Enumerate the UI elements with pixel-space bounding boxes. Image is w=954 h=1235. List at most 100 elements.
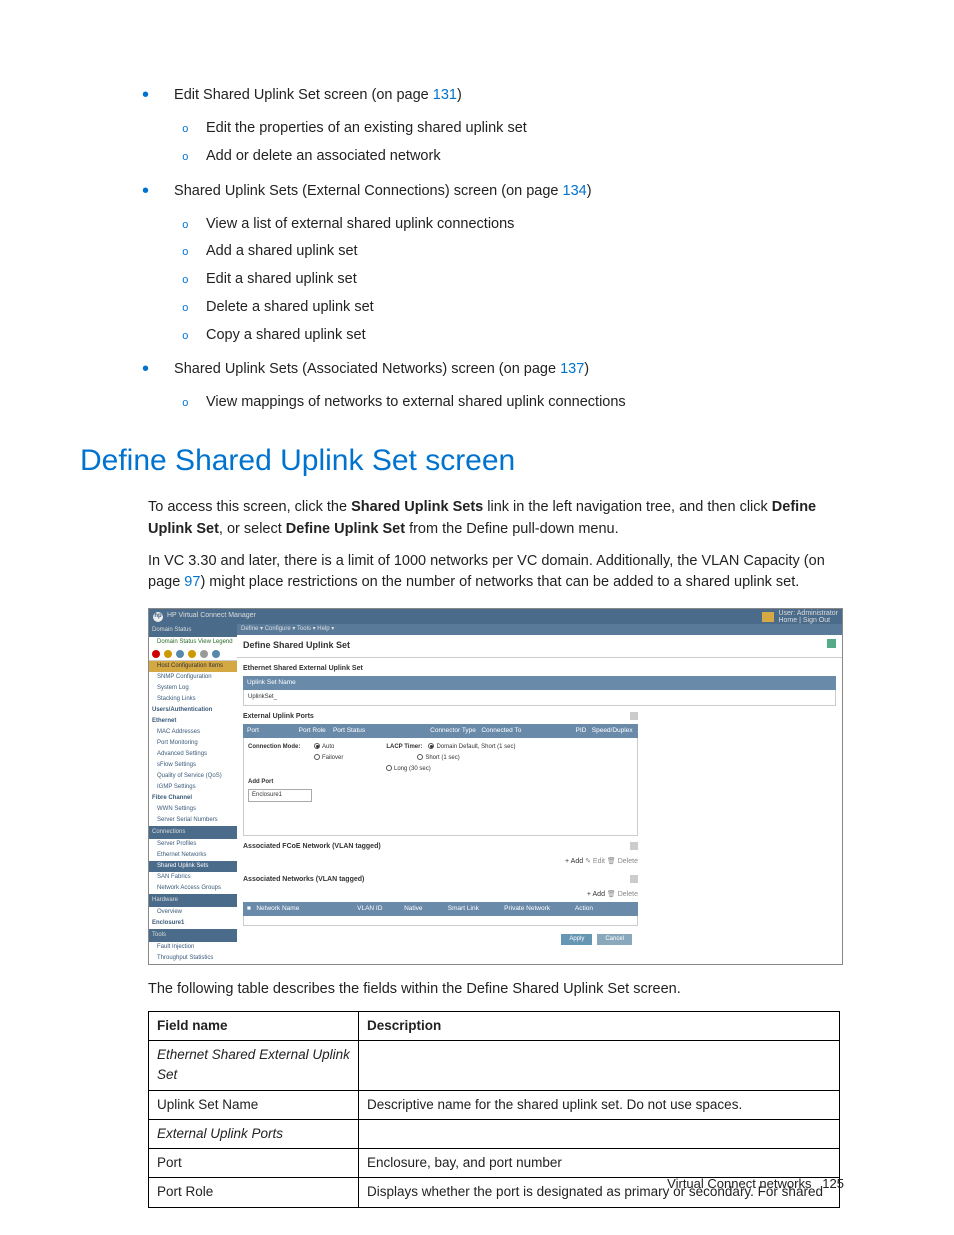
sb-nav-item: Users/Authentication [149,705,237,716]
row-field: Port Role [149,1178,359,1207]
footer-page: 125 [822,1176,844,1191]
gray-icon [200,650,208,658]
page-link-137[interactable]: 137 [560,361,584,377]
red-icon [152,650,160,658]
uplink-name-value: UplinkSet_ [248,694,277,700]
sb-tools: Tools [149,929,237,942]
sb-nav-item: sFlow Settings [149,760,237,771]
sub-list: Edit the properties of an existing share… [170,118,844,168]
apply-button: Apply [561,934,592,945]
sb-domain-sub: Domain Status View Legend [149,637,237,648]
panel-networks: Associated Networks (VLAN tagged) + Add … [243,873,638,926]
yellow-icon [164,650,172,658]
help-icon [630,842,638,850]
bullet-text: Shared Uplink Sets (Associated Networks)… [174,361,560,377]
page-link-134[interactable]: 134 [563,183,587,199]
sb-nav-item: Network Access Groups [149,883,237,894]
panel-title: External Uplink Ports [243,712,314,723]
sb-nav-item: Fault Injection [149,942,237,953]
sb-nav-item: Ethernet [149,716,237,727]
row-field: Port [149,1149,359,1178]
bullet-item: Edit Shared Uplink Set screen (on page 1… [170,80,844,168]
networks-columns: ■ Network Name VLAN ID Native Smart Link… [243,902,638,916]
cancel-button: Cancel [597,934,632,945]
ss-title: HP Virtual Connect Manager [167,611,256,622]
heading-define-shared-uplink: Define Shared Uplink Set screen [80,438,844,483]
sb-nav-item: SAN Fabrics [149,872,237,883]
sb-connections: Connections [149,826,237,839]
add-link: + Add [587,891,605,898]
sb-nav-item: Quality of Service (QoS) [149,771,237,782]
intro-paragraph-1: To access this screen, click the Shared … [148,497,844,541]
sub-item: Edit a shared uplink set [206,269,844,291]
embedded-vc-manager-screenshot: hp HP Virtual Connect Manager User: Admi… [148,608,843,965]
sb-hardware: Hardware [149,894,237,907]
sb-nav-item: WWN Settings [149,804,237,815]
radio-short [417,754,423,760]
sub-item: Edit the properties of an existing share… [206,118,844,140]
bullet-text: Edit Shared Uplink Set screen (on page [174,87,433,103]
panel-external-ports: External Uplink Ports Port Port Role Por… [243,710,638,836]
sb-nav-item: Enclosure1 [149,918,237,929]
footer-section: Virtual Connect networks [667,1176,811,1191]
sb-nav-item: Port Monitoring [149,738,237,749]
add-port-label: Add Port [248,778,633,787]
hp-logo-icon: hp [153,612,163,622]
radio-failover [314,754,320,760]
page-link-131[interactable]: 131 [433,87,457,103]
enclosure-dropdown: Enclosure1 [248,789,312,802]
help-icon [630,875,638,883]
ports-columns: Port Port Role Port Status Connector Typ… [243,724,638,738]
sb-nav-item: Fibre Channel [149,793,237,804]
panel-fcoe: Associated FCoE Network (VLAN tagged) + … [243,840,638,869]
sb-nav-item: Ethernet Networks [149,850,237,861]
delete-link: 🗑 Delete [607,858,638,865]
panel-ethernet-shared: Ethernet Shared External Uplink Set Upli… [243,662,836,706]
sub-item: View mappings of networks to external sh… [206,392,844,414]
help-icon [827,639,836,648]
intro-paragraph-2: In VC 3.30 and later, there is a limit o… [148,551,844,595]
radio-domain-default [428,743,434,749]
uplink-name-header: Uplink Set Name [243,676,836,690]
blue-icon [176,650,184,658]
radio-long [386,765,392,771]
sb-nav-item: Server Profiles [149,839,237,850]
sub-item: View a list of external shared uplink co… [206,214,844,236]
panel-title: Ethernet Shared External Uplink Set [243,662,836,677]
warn-icon [188,650,196,658]
ss-user: User: Administrator [778,610,838,617]
sb-host-config: Host Configuration Items [149,661,237,672]
ss-menubar: Define ▾ Configure ▾ Tools ▾ Help ▾ [237,624,842,635]
row-section: External Uplink Ports [149,1119,359,1148]
sb-nav-item-selected: Shared Uplink Sets [149,861,237,872]
sb-nav-item: Stacking Links [149,694,237,705]
page-link-97[interactable]: 97 [184,574,200,590]
sub-list: View a list of external shared uplink co… [170,214,844,347]
bullet-text: Shared Uplink Sets (External Connections… [174,183,562,199]
sb-nav-item: Server Serial Numbers [149,815,237,826]
panel-title: Associated FCoE Network (VLAN tagged) [243,842,381,853]
row-field: Uplink Set Name [149,1090,359,1119]
bullet-suffix: ) [457,87,462,103]
delete-link: 🗑 Delete [607,891,638,898]
sb-domain-status: Domain Status [149,624,237,637]
sb-nav-item: System Log [149,683,237,694]
sb-nav-item: IGMP Settings [149,782,237,793]
bullet-suffix: ) [584,361,589,377]
bullet-item: Shared Uplink Sets (Associated Networks)… [170,354,844,414]
ss-main: Define ▾ Configure ▾ Tools ▾ Help ▾ Defi… [237,624,842,964]
sb-nav-item: Overview [149,907,237,918]
page-footer: Virtual Connect networks 125 [667,1174,844,1194]
panel-title: Associated Networks (VLAN tagged) [243,875,364,886]
ss-page-title: Define Shared Uplink Set [237,635,842,658]
sub-item: Delete a shared uplink set [206,297,844,319]
info-icon [212,650,220,658]
row-section: Ethernet Shared External Uplink Set [149,1041,359,1091]
alert-icon [762,612,774,622]
radio-auto [314,743,320,749]
sb-nav-item: MAC Addresses [149,727,237,738]
sb-nav-item: Throughput Statistics [149,953,237,964]
help-icon [630,712,638,720]
bullet-item: Shared Uplink Sets (External Connections… [170,176,844,347]
sub-item: Copy a shared uplink set [206,325,844,347]
